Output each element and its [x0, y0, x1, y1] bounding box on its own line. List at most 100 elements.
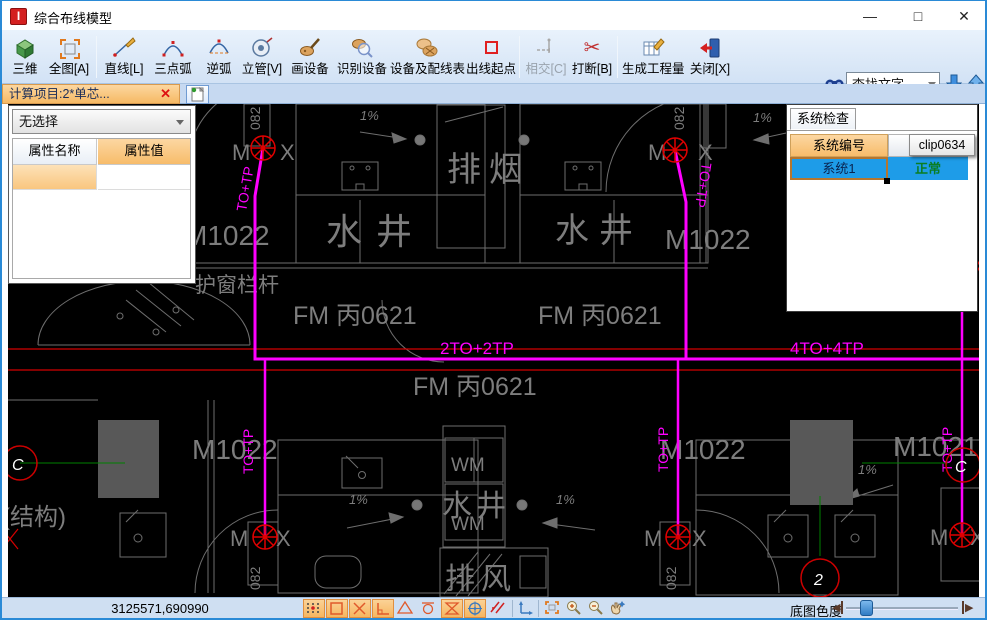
coordinate-readout: 3125571,690990 — [60, 601, 260, 616]
parallel-snap-toggle[interactable] — [487, 599, 509, 618]
device-symbol — [666, 525, 690, 549]
tab-close-icon[interactable]: ✕ — [160, 85, 171, 103]
cross-snap-toggle[interactable] — [349, 599, 371, 618]
toolbar-button-fullview[interactable]: 全图[A] — [46, 33, 92, 81]
door-code: 082 — [663, 566, 679, 590]
column-header-system-id[interactable]: 系统编号 — [790, 134, 888, 157]
device-tag: M — [230, 526, 248, 551]
system-row-name[interactable]: 系统1 — [790, 157, 888, 180]
note-label: (结构) — [8, 504, 66, 531]
selection-handle[interactable] — [884, 178, 890, 184]
toolbar-button-arc3[interactable]: 三点弧 — [148, 33, 198, 81]
slope-label: 1% — [349, 492, 368, 507]
snap-grid-toggle[interactable] — [303, 599, 325, 618]
toolbar-button-riser[interactable]: 立管[V] — [240, 33, 284, 81]
reverse-arc-icon — [200, 33, 238, 61]
status-bar: 3125571,690990 底图色度 ◀ ▶ — [0, 597, 987, 618]
window-border — [0, 0, 2, 620]
wire-label: TO+TP — [233, 165, 257, 212]
toolbar-button-3d[interactable]: 三维 — [6, 33, 44, 81]
selection-dropdown[interactable]: 无选择 — [12, 109, 191, 134]
riser-pipe-icon — [240, 33, 284, 61]
toolbar-button-close-tool[interactable]: 关闭[X] — [688, 33, 732, 81]
toolbar-separator — [519, 36, 520, 78]
tab-calc-project[interactable]: 计算项目:2*单芯... ✕ — [2, 84, 180, 104]
zoom-in-button[interactable] — [564, 599, 586, 618]
toolbar-button-devicetable[interactable]: 设备及配线表 — [390, 33, 464, 81]
toolbar-button-revarc[interactable]: 逆弧 — [200, 33, 238, 81]
device-tag: M — [644, 526, 662, 551]
toolbar-button-recognize[interactable]: 识别设备 — [336, 33, 388, 81]
tab-label: 计算项目:2*单芯... — [9, 87, 110, 101]
note-label: 护窗栏杆 — [195, 274, 279, 297]
toolbar-button-drawdevice[interactable]: 画设备 — [286, 33, 334, 81]
properties-panel: 无选择 属性名称 属性值 — [8, 105, 196, 284]
device-symbol — [251, 136, 275, 160]
perpendicular-toggle[interactable] — [372, 599, 394, 618]
slider-min-icon[interactable]: ◀ — [832, 601, 843, 614]
close-button[interactable]: ✕ — [944, 1, 984, 31]
zoom-extents-button[interactable] — [542, 599, 564, 618]
minimize-button[interactable]: — — [850, 1, 890, 31]
door-code: 082 — [671, 106, 687, 130]
status-separator — [512, 600, 513, 617]
zoom-out-button[interactable] — [586, 599, 608, 618]
tab-system-check[interactable]: 系统检查 — [790, 108, 856, 130]
bus-label: 2TO+2TP — [440, 339, 514, 358]
triangle-snap-toggle[interactable] — [395, 599, 417, 618]
property-value-cell[interactable] — [98, 165, 190, 190]
cube-3d-icon — [6, 33, 44, 61]
wire-label: TO+TP — [240, 429, 256, 474]
column-header[interactable]: 属性值 — [98, 139, 190, 165]
axis-label: C — [955, 459, 967, 476]
slider-max-icon[interactable]: ▶ — [962, 601, 973, 614]
app-window: I 综合布线模型 — □ ✕ 三维 全图[A] 直线[L] 三点弧 逆弧 — [0, 0, 987, 620]
tooltip: clip0634 — [909, 134, 975, 156]
concrete-column — [98, 420, 159, 498]
wire-label: TO+TP — [692, 162, 715, 209]
three-point-arc-icon — [148, 33, 198, 61]
toolbar-button-outlet-start[interactable]: 出线起点 — [466, 33, 516, 81]
wire-label: TO+TP — [655, 427, 671, 472]
toolbar-button-break[interactable]: ✂ 打断[B] — [570, 33, 614, 81]
door-label: FM 丙0621 — [413, 373, 537, 401]
maximize-button[interactable]: □ — [898, 1, 938, 31]
device-tag: X — [280, 140, 295, 165]
wire-label: TO+TP — [939, 427, 955, 472]
quantity-table-icon — [622, 33, 684, 61]
ucs-axis-icon[interactable] — [516, 599, 538, 618]
door-code: 082 — [247, 106, 263, 130]
hourglass-snap-toggle[interactable] — [441, 599, 463, 618]
toolbar-button-quantity[interactable]: 生成工程量 — [622, 33, 684, 81]
center-snap-toggle[interactable] — [464, 599, 486, 618]
chroma-slider-thumb[interactable] — [860, 600, 873, 616]
chevron-down-icon — [176, 120, 184, 125]
room-label: 水井 — [555, 212, 643, 250]
room-label: WM — [451, 455, 485, 476]
title-bar: I 综合布线模型 — □ ✕ — [0, 0, 987, 30]
system-check-panel: 系统检查 系统编号 状态 系统1 正常 clip0634 — [786, 104, 978, 312]
ortho-toggle[interactable] — [326, 599, 348, 618]
property-name-cell[interactable] — [13, 165, 97, 190]
device-symbol — [663, 138, 687, 162]
device-symbol — [253, 525, 277, 549]
room-label: 排风 — [445, 563, 517, 596]
room-label: 水井 — [326, 211, 426, 252]
scissors-icon: ✂ — [570, 33, 614, 61]
room-label: WM — [451, 514, 485, 535]
window-title: 综合布线模型 — [34, 8, 112, 27]
exit-door-icon — [688, 33, 732, 61]
door-label: FM 丙0621 — [293, 302, 417, 330]
door-label: M1022 — [665, 224, 751, 255]
toolbar-button-line[interactable]: 直线[L] — [102, 33, 146, 81]
outlet-start-icon — [466, 33, 516, 61]
page-pin-icon — [187, 86, 208, 103]
app-icon: I — [10, 8, 27, 25]
device-symbol — [950, 523, 974, 547]
device-tag: X — [276, 526, 291, 551]
tangent-snap-toggle[interactable] — [418, 599, 440, 618]
new-view-button[interactable] — [186, 85, 209, 104]
pan-hand-button[interactable] — [607, 599, 629, 618]
system-row-status[interactable]: 正常 — [888, 157, 968, 180]
column-header[interactable]: 属性名称 — [13, 139, 97, 165]
